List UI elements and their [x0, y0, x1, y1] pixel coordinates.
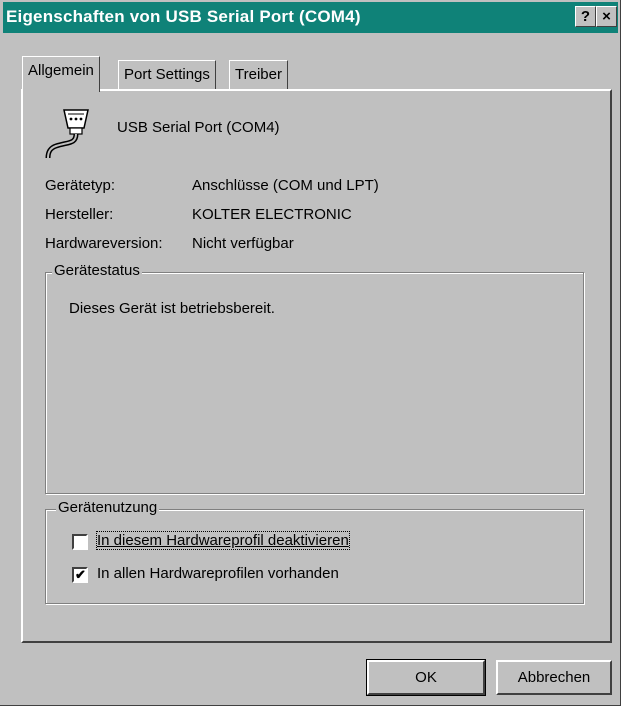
close-button[interactable]: ×: [596, 6, 617, 27]
device-usage-legend: Gerätenutzung: [56, 499, 160, 516]
help-icon: ?: [580, 8, 591, 25]
checkmark-icon: ✔: [75, 567, 86, 582]
device-type-value: Anschlüsse (COM und LPT): [192, 177, 379, 194]
disable-in-profile-label[interactable]: In diesem Hardwareprofil deaktivieren: [96, 531, 350, 550]
tab-treiber[interactable]: Treiber: [229, 60, 288, 90]
exists-in-all-profiles-checkbox[interactable]: ✔: [72, 567, 88, 583]
manufacturer-label: Hersteller:: [45, 206, 114, 223]
window-title: Eigenschaften von USB Serial Port (COM4): [6, 7, 361, 26]
serial-port-icon: [45, 109, 89, 159]
hardware-version-label: Hardwareversion:: [45, 235, 163, 252]
device-name: USB Serial Port (COM4): [117, 119, 280, 136]
device-type-label: Gerätetyp:: [45, 177, 116, 194]
cancel-button[interactable]: Abbrechen: [496, 660, 612, 695]
device-status-text: Dieses Gerät ist betriebsbereit.: [69, 300, 275, 317]
device-usage-group: [45, 509, 584, 604]
disable-in-profile-checkbox[interactable]: [72, 534, 88, 550]
tab-port-settings[interactable]: Port Settings: [118, 60, 216, 90]
hardware-version-value: Nicht verfügbar: [192, 235, 294, 252]
help-button[interactable]: ?: [575, 6, 596, 27]
title-bar[interactable]: Eigenschaften von USB Serial Port (COM4)…: [3, 2, 618, 33]
ok-button[interactable]: OK: [366, 659, 486, 696]
properties-dialog: Eigenschaften von USB Serial Port (COM4)…: [0, 0, 621, 706]
manufacturer-value: KOLTER ELECTRONIC: [192, 206, 352, 223]
device-status-legend: Gerätestatus: [52, 262, 142, 279]
tab-allgemein[interactable]: Allgemein: [22, 56, 100, 92]
exists-in-all-profiles-label[interactable]: In allen Hardwareprofilen vorhanden: [97, 565, 339, 582]
close-icon: ×: [602, 8, 611, 25]
disable-in-profile-text: In diesem Hardwareprofil deaktivieren: [97, 532, 349, 549]
